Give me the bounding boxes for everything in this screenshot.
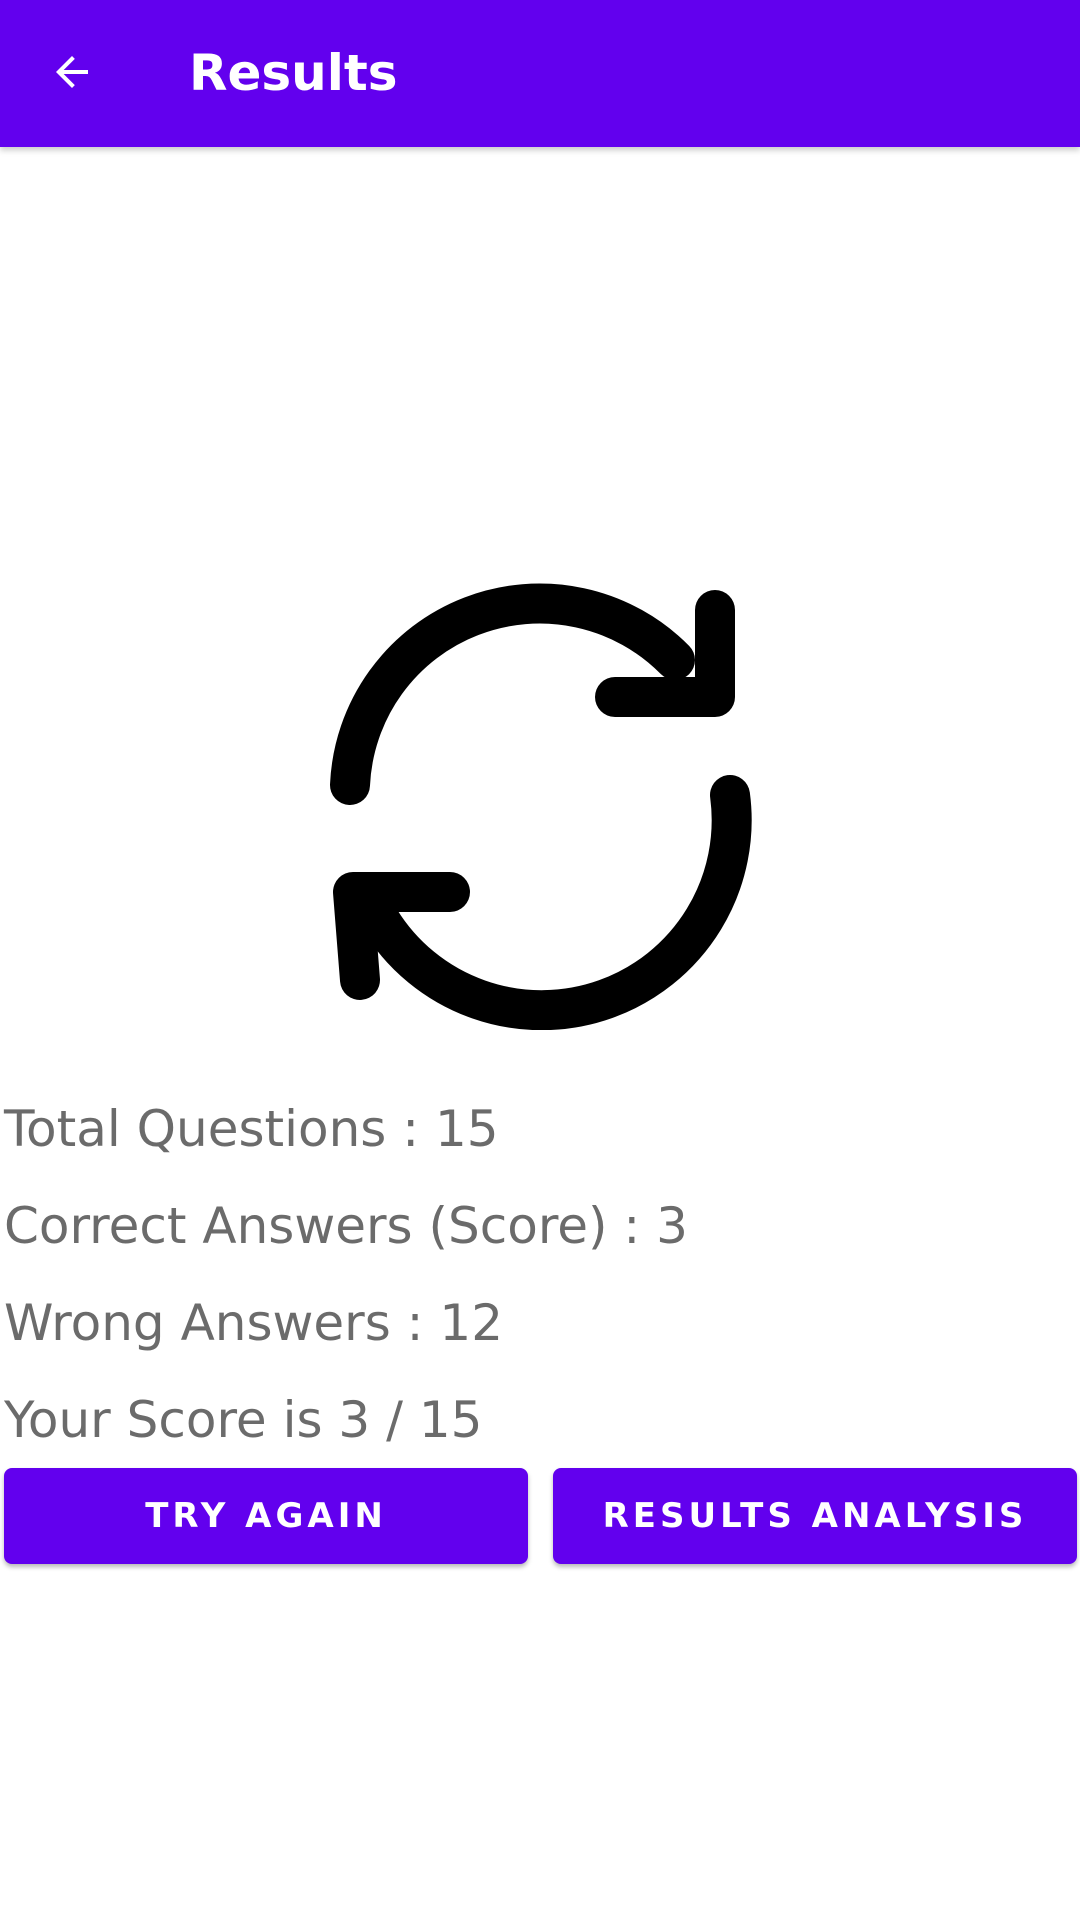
total-questions-text: Total Questions : 15 [4,1100,499,1158]
arrow-back-icon [56,56,88,88]
try-again-button[interactable]: TRY AGAIN [4,1468,528,1564]
correct-answers-text: Correct Answers (Score) : 3 [4,1197,688,1255]
score-text: Your Score is 3 / 15 [4,1391,483,1449]
wrong-answers-text: Wrong Answers : 12 [4,1294,504,1352]
page-title: Results [189,44,398,102]
results-analysis-button[interactable]: RESULTS ANALYSIS [553,1468,1077,1564]
back-button[interactable] [36,36,108,108]
sync-icon [310,570,770,1031]
app-bar: Results [0,0,1080,147]
results-stats: Total Questions : 15 Correct Answers (Sc… [4,1085,1074,1473]
